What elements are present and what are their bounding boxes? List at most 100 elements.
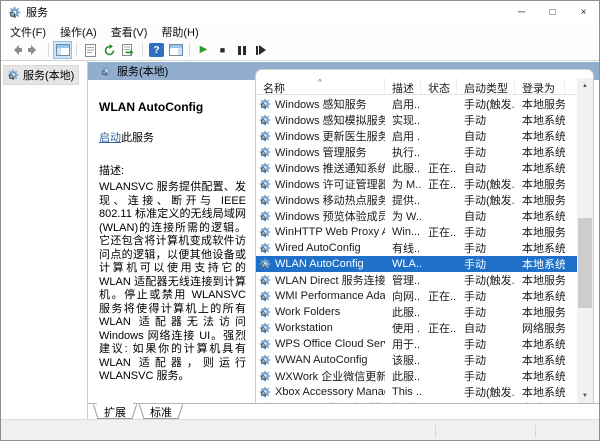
logon-as-cell: 本地系统: [515, 208, 565, 224]
menu-action[interactable]: 操作(A): [53, 24, 104, 40]
service-name-cell: WPS Office Cloud Service: [275, 338, 385, 350]
startup-type-cell: 手动: [457, 368, 515, 384]
services-gear-icon: [100, 65, 112, 77]
table-row[interactable]: WWAN AutoConfig 该服... 手动 本地系统: [256, 352, 577, 368]
startup-type-cell: 手动: [457, 224, 515, 240]
column-header-logon-as[interactable]: 登录为: [515, 78, 565, 94]
logon-as-cell: 本地系统: [515, 240, 565, 256]
service-name-cell: Xbox Accessory Manage...: [275, 386, 385, 398]
pause-service-button[interactable]: [232, 41, 251, 59]
menu-view[interactable]: 查看(V): [104, 24, 155, 40]
table-row[interactable]: Windows 移动热点服务 提供... 手动(触发... 本地服务: [256, 192, 577, 208]
table-row[interactable]: Windows 推送通知系统服务 此服... 正在... 自动 本地系统: [256, 160, 577, 176]
description-cell: 此服...: [385, 368, 421, 384]
service-name-cell: Windows 感知服务: [275, 96, 367, 112]
restart-service-button[interactable]: [251, 41, 270, 59]
service-gear-icon: [259, 242, 271, 254]
description-cell: 此服...: [385, 160, 421, 176]
table-row[interactable]: Windows 更新医生服务 启用 ... 自动 本地系统: [256, 128, 577, 144]
service-gear-icon: [259, 370, 271, 382]
toolbar-separator: [189, 43, 190, 57]
table-row[interactable]: WMI Performance Adapt... 向网... 正在... 手动 …: [256, 288, 577, 304]
table-row[interactable]: Workstation 使用 ... 正在... 自动 网络服务: [256, 320, 577, 336]
logon-as-cell: 本地系统: [515, 368, 565, 384]
stop-service-button[interactable]: ■: [213, 41, 232, 59]
service-name-cell: Windows 预览体验成员服务: [275, 208, 385, 224]
table-row[interactable]: WLAN Direct 服务连接管... 管理... 手动(触发... 本地服务: [256, 272, 577, 288]
properties-button[interactable]: [81, 41, 100, 59]
extended-view-button[interactable]: [166, 41, 185, 59]
table-row[interactable]: Windows 管理服务 执行... 手动 本地系统: [256, 144, 577, 160]
help-button[interactable]: ?: [147, 41, 166, 59]
table-row[interactable]: WinHTTP Web Proxy Aut... Win... 正在... 手动…: [256, 224, 577, 240]
service-gear-icon: [259, 210, 271, 222]
column-header-status[interactable]: 状态: [421, 78, 457, 94]
scroll-up-icon[interactable]: ▲: [577, 78, 593, 93]
column-header-name[interactable]: 名称 ^: [256, 78, 385, 94]
tab-standard[interactable]: 标准: [138, 404, 184, 419]
table-row[interactable]: WXWork 企业微信更新服务 此服... 手动 本地系统: [256, 368, 577, 384]
menu-help[interactable]: 帮助(H): [154, 24, 205, 40]
maximize-button[interactable]: □: [537, 1, 568, 23]
refresh-button[interactable]: [100, 41, 119, 59]
description-cell: 执行...: [385, 144, 421, 160]
pause-icon: [238, 46, 246, 55]
back-button[interactable]: [6, 41, 25, 59]
show-console-tree-button[interactable]: [53, 41, 72, 59]
description-cell: 有线...: [385, 240, 421, 256]
export-list-button[interactable]: [119, 41, 138, 59]
service-gear-icon: [259, 178, 271, 190]
logon-as-cell: 本地系统: [515, 352, 565, 368]
table-row[interactable]: Windows 许可证管理器服务 为 M... 正在... 手动(触发... 本…: [256, 176, 577, 192]
table-row[interactable]: Windows 预览体验成员服务 为 W... 自动 本地系统: [256, 208, 577, 224]
service-gear-icon: [259, 338, 271, 350]
table-row[interactable]: Windows 感知服务 启用... 手动(触发... 本地服务: [256, 96, 577, 112]
status-bar-separator: [535, 425, 536, 437]
scroll-down-icon[interactable]: ▼: [577, 388, 593, 403]
description-cell: 向网...: [385, 288, 421, 304]
startup-type-cell: 手动(触发...: [457, 192, 515, 208]
table-row[interactable]: Xbox Accessory Manage... This ... 手动(触发.…: [256, 384, 577, 400]
stop-icon: ■: [220, 46, 225, 55]
start-service-button[interactable]: ▶: [194, 41, 213, 59]
logon-as-cell: 网络服务: [515, 320, 565, 336]
start-service-link[interactable]: 启动: [99, 132, 121, 144]
column-header-description[interactable]: 描述: [385, 78, 421, 94]
service-gear-icon: [259, 274, 271, 286]
minimize-button[interactable]: ─: [506, 1, 537, 23]
service-name-cell: Windows 管理服务: [275, 144, 367, 160]
table-row[interactable]: Wired AutoConfig 有线... 手动 本地系统: [256, 240, 577, 256]
close-button[interactable]: ×: [568, 1, 599, 23]
services-pane: 服务(本地) WLAN AutoConfig 启动此服务 描述: WLANSVC…: [88, 61, 599, 419]
tree-item-services-local[interactable]: 服务(本地): [3, 65, 79, 85]
column-header-startup-type[interactable]: 启动类型: [457, 78, 515, 94]
description-cell: 启用 ...: [385, 128, 421, 144]
tab-extended[interactable]: 扩展: [92, 404, 138, 419]
startup-type-cell: 手动(触发...: [457, 272, 515, 288]
table-row[interactable]: WLAN AutoConfig WLA... 手动 本地系统: [256, 256, 577, 272]
logon-as-cell: 本地系统: [515, 160, 565, 176]
vertical-scrollbar[interactable]: ▲ ▼: [577, 78, 593, 403]
service-name-cell: WLAN AutoConfig: [275, 258, 364, 270]
startup-type-cell: 自动: [457, 208, 515, 224]
service-name-cell: Windows 许可证管理器服务: [275, 176, 385, 192]
toolbar: ? ▶ ■: [1, 40, 599, 61]
menu-file[interactable]: 文件(F): [3, 24, 53, 40]
startup-type-cell: 手动: [457, 256, 515, 272]
service-gear-icon: [259, 306, 271, 318]
scrollbar-thumb[interactable]: [578, 218, 592, 308]
description-cell: This ...: [385, 386, 421, 398]
table-row[interactable]: Work Folders 此服... 手动 本地服务: [256, 304, 577, 320]
table-row[interactable]: WPS Office Cloud Service 用于... 手动 本地系统: [256, 336, 577, 352]
pane-header-label: 服务(本地): [117, 63, 168, 79]
table-row[interactable]: Windows 感知模拟服务 实现... 手动 本地系统: [256, 112, 577, 128]
startup-type-cell: 手动: [457, 304, 515, 320]
properties-icon: [85, 44, 96, 57]
extended-info-pane: WLAN AutoConfig 启动此服务 描述: WLANSVC 服务提供配置…: [88, 80, 255, 403]
logon-as-cell: 本地系统: [515, 336, 565, 352]
forward-button[interactable]: [25, 41, 44, 59]
startup-type-cell: 手动: [457, 240, 515, 256]
startup-type-cell: 手动: [457, 288, 515, 304]
service-name-cell: WWAN AutoConfig: [275, 354, 368, 366]
status-cell: 正在...: [421, 288, 457, 304]
